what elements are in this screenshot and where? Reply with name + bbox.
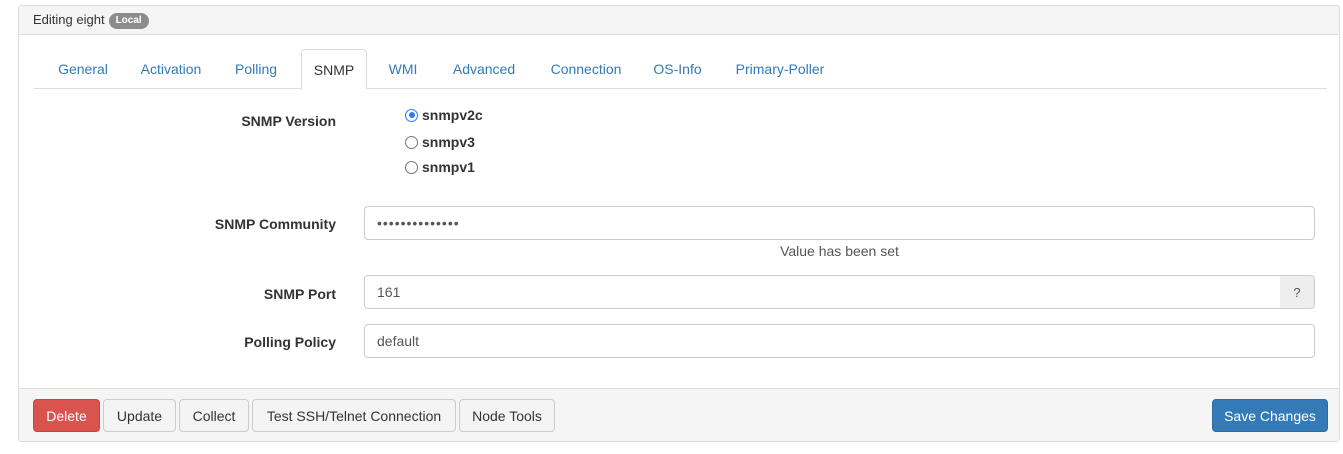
polling-policy-input[interactable] — [364, 324, 1315, 358]
tab-primary-poller[interactable]: Primary-Poller — [727, 49, 833, 89]
radio-unchecked-icon[interactable] — [405, 160, 418, 174]
tab-wmi[interactable]: WMI — [382, 49, 424, 89]
snmp-version-label: SNMP Version — [241, 113, 336, 129]
tab-os-info[interactable]: OS-Info — [645, 49, 710, 89]
node-tools-button[interactable]: Node Tools — [459, 399, 555, 432]
radio-unchecked-icon[interactable] — [405, 135, 418, 149]
radio-snmpv1[interactable]: snmpv1 — [405, 158, 475, 176]
save-changes-button[interactable]: Save Changes — [1212, 399, 1328, 432]
snmp-community-label: SNMP Community — [214, 216, 336, 232]
tab-polling[interactable]: Polling — [227, 49, 285, 89]
snmp-port-label: SNMP Port — [263, 286, 336, 302]
tab-general[interactable]: General — [48, 49, 118, 89]
radio-snmpv3[interactable]: snmpv3 — [405, 133, 475, 151]
tab-snmp[interactable]: SNMP — [301, 49, 367, 90]
radio-label: snmpv2c — [422, 107, 483, 123]
local-badge: Local — [108, 13, 149, 29]
tab-bar: General Activation Polling SNMP WMI Adva… — [34, 49, 1327, 90]
radio-label: snmpv3 — [422, 134, 475, 150]
edit-node-panel: Editing eight Local General Activation P… — [18, 5, 1340, 442]
polling-policy-label: Polling Policy — [244, 334, 336, 350]
tab-connection[interactable]: Connection — [542, 49, 630, 89]
panel-heading: Editing eight Local — [19, 6, 1339, 35]
radio-label: snmpv1 — [422, 159, 475, 175]
community-help-text: Value has been set — [780, 243, 899, 259]
radio-checked-icon[interactable] — [405, 108, 418, 122]
port-help-button[interactable]: ? — [1280, 275, 1315, 309]
snmp-port-input[interactable] — [364, 275, 1281, 309]
delete-button[interactable]: Delete — [33, 399, 100, 432]
radio-snmpv2c[interactable]: snmpv2c — [405, 106, 483, 124]
update-button[interactable]: Update — [103, 399, 176, 432]
snmp-community-input[interactable] — [364, 206, 1315, 240]
test-connection-button[interactable]: Test SSH/Telnet Connection — [252, 399, 456, 432]
panel-footer: Delete Update Collect Test SSH/Telnet Co… — [19, 388, 1339, 441]
tab-advanced[interactable]: Advanced — [442, 49, 526, 89]
page-title: Editing eight — [33, 12, 105, 27]
collect-button[interactable]: Collect — [179, 399, 249, 432]
tab-activation[interactable]: Activation — [131, 49, 211, 89]
